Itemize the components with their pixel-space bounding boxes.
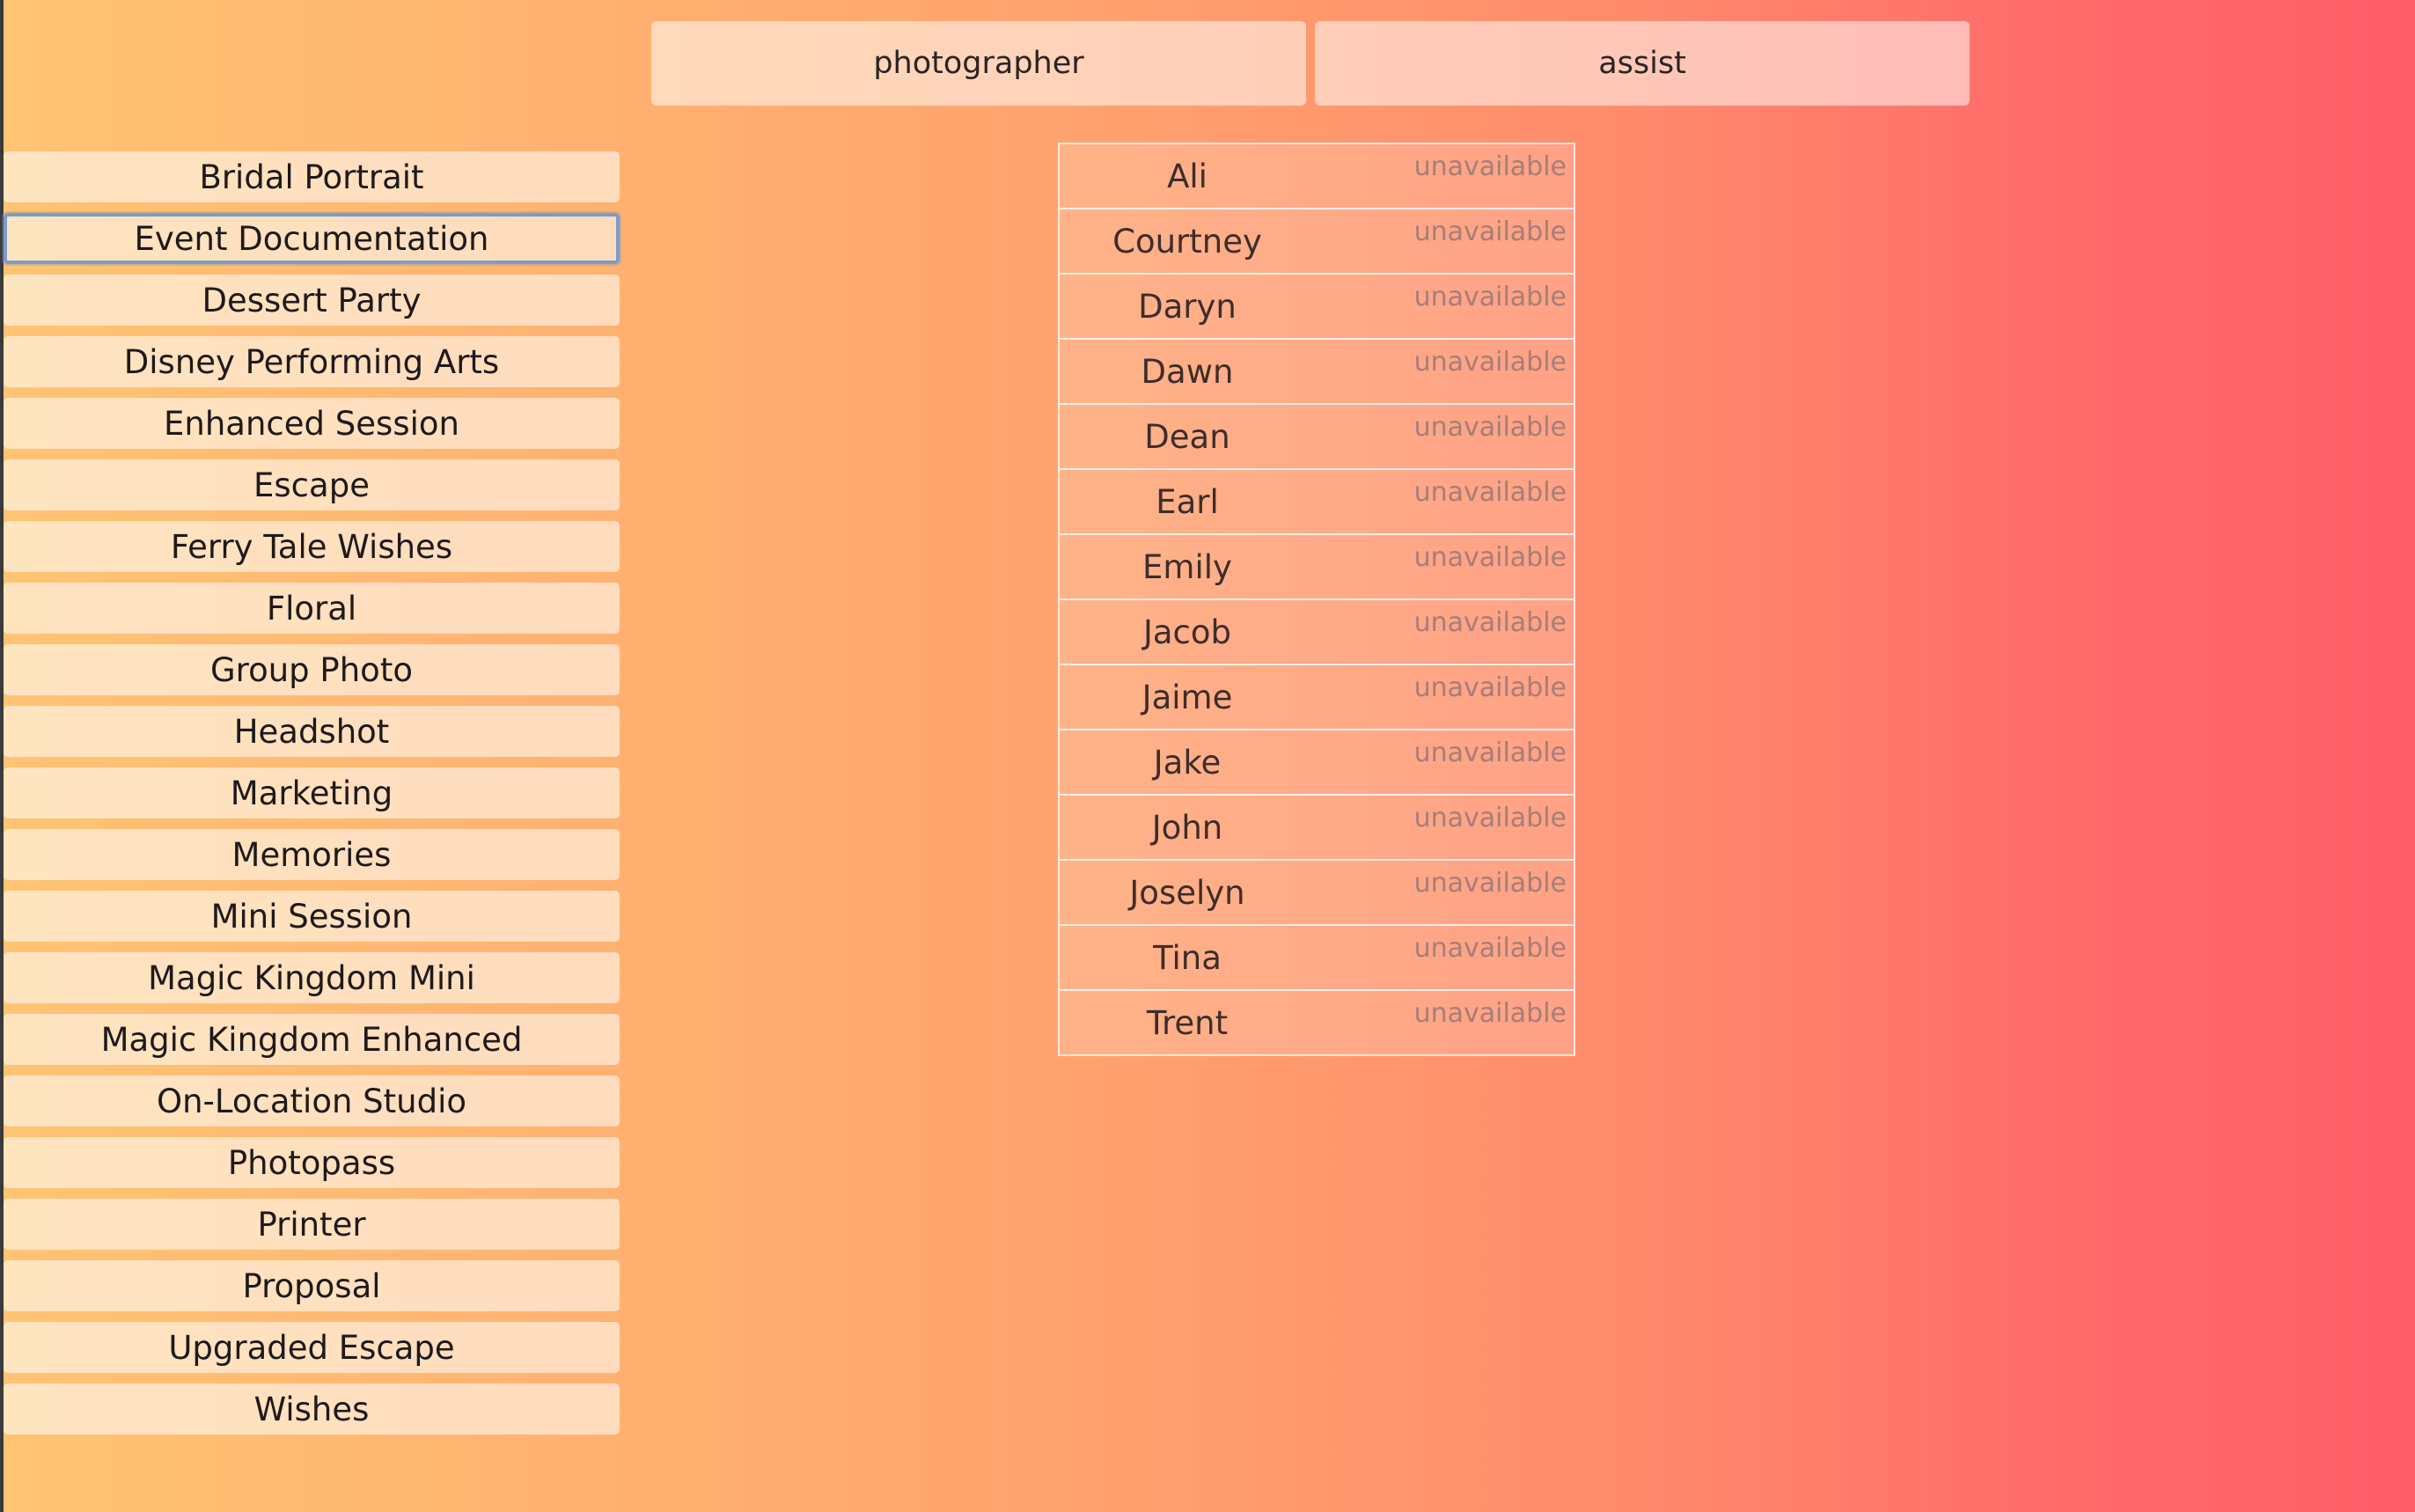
service-item[interactable]: Proposal [4,1260,620,1311]
tab-assist[interactable]: assist [1315,21,1970,106]
staff-status: unavailable [1413,803,1567,833]
service-item[interactable]: Group Photo [4,644,620,695]
staff-name: John [1151,808,1223,847]
staff-row[interactable]: Dawn unavailable [1060,340,1574,405]
staff-name: Jacob [1142,613,1232,651]
service-item[interactable]: Enhanced Session [4,398,620,449]
service-item[interactable]: Wishes [4,1384,620,1435]
service-item[interactable]: On-Location Studio [4,1075,620,1127]
staff-row[interactable]: Tina unavailable [1060,926,1574,991]
staff-row[interactable]: Earl unavailable [1060,470,1574,535]
staff-row[interactable]: Joselyn unavailable [1060,861,1574,926]
service-item[interactable]: Marketing [4,767,620,818]
service-item[interactable]: Memories [4,829,620,880]
staff-name: Daryn [1138,287,1237,326]
service-item[interactable]: Magic Kingdom Enhanced [4,1014,620,1065]
staff-name: Tina [1153,938,1222,977]
service-item[interactable]: Escape [4,459,620,510]
staff-status: unavailable [1413,412,1567,443]
staff-name: Courtney [1112,222,1262,261]
staff-status: unavailable [1413,738,1567,768]
staff-name: Earl [1156,482,1219,521]
staff-row[interactable]: Daryn unavailable [1060,275,1574,340]
service-item[interactable]: Event Documentation [4,213,620,264]
staff-status: unavailable [1413,477,1567,508]
service-item[interactable]: Upgraded Escape [4,1322,620,1373]
staff-row[interactable]: Ali unavailable [1060,144,1574,209]
service-item[interactable]: Disney Performing Arts [4,336,620,387]
staff-list: Ali unavailable Courtney unavailable Daryn un… [1058,143,1575,1056]
staff-status: unavailable [1413,672,1567,703]
service-item[interactable]: Photopass [4,1137,620,1188]
tab-photographer[interactable]: photographer [651,21,1306,106]
staff-name: Jaime [1141,678,1233,716]
staff-name: Dean [1144,417,1230,456]
service-item[interactable]: Floral [4,583,620,634]
staff-status: unavailable [1413,282,1567,312]
service-item[interactable]: Magic Kingdom Mini [4,952,620,1003]
staff-row[interactable]: Courtney unavailable [1060,209,1574,275]
staff-status: unavailable [1413,217,1567,247]
staff-status: unavailable [1413,607,1567,638]
staff-status: unavailable [1413,868,1567,899]
staff-name: Trent [1146,1003,1229,1042]
service-item[interactable]: Dessert Party [4,275,620,326]
staff-row[interactable]: Dean unavailable [1060,405,1574,470]
staff-row[interactable]: John unavailable [1060,796,1574,861]
staff-row[interactable]: Jacob unavailable [1060,600,1574,665]
service-item[interactable]: Printer [4,1199,620,1250]
staff-name: Joselyn [1129,873,1245,912]
staff-status: unavailable [1413,542,1567,573]
staff-name: Jake [1153,743,1222,782]
staff-row[interactable]: Jaime unavailable [1060,665,1574,730]
staff-status: unavailable [1413,933,1567,964]
staff-status: unavailable [1413,998,1567,1029]
staff-name: Ali [1167,157,1208,195]
staff-row[interactable]: Jake unavailable [1060,730,1574,796]
staff-name: Emily [1142,547,1232,586]
service-item[interactable]: Mini Session [4,891,620,942]
service-item[interactable]: Ferry Tale Wishes [4,521,620,572]
staff-status: unavailable [1413,151,1567,182]
staff-row[interactable]: Trent unavailable [1060,991,1574,1054]
service-item[interactable]: Bridal Portrait [4,151,620,202]
staff-status: unavailable [1413,347,1567,378]
staff-row[interactable]: Emily unavailable [1060,535,1574,600]
service-item[interactable]: Headshot [4,706,620,757]
staff-name: Dawn [1141,352,1234,391]
